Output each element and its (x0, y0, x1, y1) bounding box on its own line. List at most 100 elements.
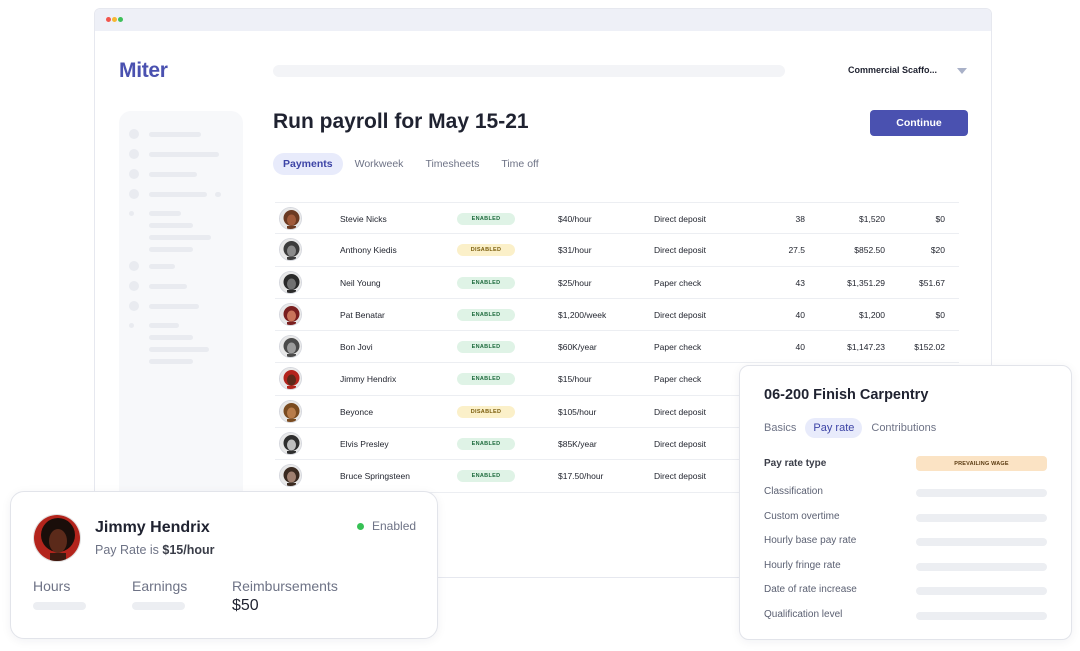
sidebar-item-icon[interactable] (129, 129, 139, 139)
job-field-value-placeholder[interactable] (916, 513, 1047, 522)
sidebar-subitem-skeleton[interactable] (149, 235, 211, 240)
hours-cell: 38 (795, 214, 805, 224)
continue-button[interactable]: Continue (870, 110, 968, 136)
tab-workweek[interactable]: Workweek (345, 153, 414, 175)
hours-label: Hours (33, 578, 71, 594)
sidebar-item-skeleton[interactable] (149, 152, 219, 157)
status-cell: ENABLED (457, 203, 515, 235)
status-badge: ENABLED (457, 213, 515, 225)
job-field-value-placeholder[interactable] (916, 538, 1047, 547)
avatar (279, 270, 302, 294)
hours-cell: 40 (795, 309, 805, 320)
tab-time-off[interactable]: Time off (491, 153, 548, 175)
job-field-label: Date of rate increase (764, 584, 857, 596)
payment-method-cell: Paper check (654, 342, 702, 353)
pay-rate-cell: $1,200/week (558, 309, 607, 320)
maximize-window-icon[interactable] (118, 17, 123, 22)
payment-method-cell: Paper check (654, 374, 702, 385)
sidebar-item-icon[interactable] (129, 301, 139, 311)
pay-rate-cell: $15/hour (558, 374, 592, 385)
chevron-icon[interactable] (215, 192, 221, 197)
job-field-value-placeholder[interactable] (916, 587, 1047, 596)
status-badge: ENABLED (457, 373, 515, 386)
payment-method-cell: Direct deposit (654, 439, 706, 450)
pay-rate-value: $15/hour (162, 543, 215, 557)
employee-name-cell: Elvis Presley (340, 439, 389, 450)
job-field-value-placeholder[interactable] (916, 562, 1047, 571)
table-row[interactable]: Neil Young ENABLED $25/hour Paper check 43 $1… (275, 267, 959, 299)
tab-pay-rate[interactable]: Pay rate (805, 418, 863, 438)
table-row[interactable]: Anthony Kiedis DISABLED $31/hour Direct dep… (275, 234, 959, 267)
sidebar-subitem-skeleton[interactable] (149, 335, 193, 340)
pay-rate-type-badge[interactable]: PREVAILING WAGE (916, 456, 1047, 471)
company-selector[interactable]: Commercial Scaffo... (848, 65, 937, 75)
status-cell: ENABLED (457, 299, 515, 331)
payment-method-cell: Direct deposit (654, 214, 706, 224)
minimize-window-icon[interactable] (112, 17, 117, 22)
close-window-icon[interactable] (106, 17, 111, 22)
sidebar-subitem-skeleton[interactable] (149, 247, 193, 252)
sidebar-item-skeleton[interactable] (149, 264, 175, 269)
sidebar-subitem-skeleton[interactable] (149, 347, 209, 352)
job-title: 06-200 Finish Carpentry (764, 387, 929, 403)
job-field-label: Hourly base pay rate (764, 535, 857, 547)
employee-name-cell: Beyonce (340, 406, 374, 417)
avatar (279, 464, 302, 488)
reimbursements-label: Reimbursements (232, 578, 338, 594)
payment-method-cell: Paper check (654, 277, 702, 288)
sidebar-item-skeleton[interactable] (149, 132, 201, 137)
earnings-cell: $1,147.23 (847, 342, 885, 353)
tab-timesheets[interactable]: Timesheets (415, 153, 489, 175)
sidebar-item-skeleton[interactable] (149, 192, 207, 197)
tab-contributions[interactable]: Contributions (863, 418, 944, 438)
table-row[interactable]: Stevie Nicks ENABLED $40/hour Direct deposi… (275, 202, 959, 235)
payment-method-cell: Direct deposit (654, 309, 706, 320)
pay-rate-cell: $60K/year (558, 342, 597, 353)
sidebar-subitem-skeleton[interactable] (149, 323, 179, 328)
employee-name-cell: Jimmy Hendrix (340, 374, 397, 385)
sidebar-item-icon[interactable] (129, 281, 139, 291)
employee-name-cell: Bon Jovi (340, 342, 373, 353)
sidebar-subitem-skeleton[interactable] (149, 211, 181, 216)
status-badge: ENABLED (457, 438, 515, 451)
sidebar-subitem-skeleton[interactable] (149, 223, 193, 228)
sidebar-item-icon[interactable] (129, 189, 139, 199)
payment-method-cell: Direct deposit (654, 471, 706, 482)
avatar (279, 335, 302, 359)
sidebar-subitem-skeleton[interactable] (149, 359, 193, 364)
status-badge: ENABLED (457, 276, 515, 289)
status-cell: ENABLED (457, 428, 515, 460)
job-tab-bar: Basics Pay rate Contributions (756, 418, 945, 438)
sidebar-item-icon[interactable] (129, 261, 139, 271)
sidebar-item-skeleton[interactable] (149, 304, 199, 309)
earnings-label: Earnings (132, 578, 188, 594)
tab-payments[interactable]: Payments (273, 153, 343, 175)
pay-rate-type-label: Pay rate type (764, 458, 827, 469)
avatar (279, 367, 302, 391)
search-bar-placeholder[interactable] (273, 65, 785, 77)
employee-name: Jimmy Hendrix (95, 519, 210, 536)
table-row[interactable]: Bon Jovi ENABLED $60K/year Paper check 40 $1,… (275, 331, 959, 364)
status-cell: ENABLED (457, 267, 515, 299)
employee-name-cell: Pat Benatar (340, 309, 385, 320)
reimbursements-cell: $20 (930, 245, 945, 256)
sidebar-item-icon[interactable] (129, 169, 139, 179)
status-badge: Enabled (357, 519, 416, 533)
sidebar-item-skeleton[interactable] (149, 284, 187, 289)
job-detail-card: 06-200 Finish Carpentry Basics Pay rate … (739, 365, 1072, 640)
status-cell: ENABLED (457, 331, 515, 363)
employee-name-cell: Stevie Nicks (340, 214, 387, 224)
tab-bar: Payments Workweek Timesheets Time off (273, 153, 551, 175)
status-badge: ENABLED (457, 470, 515, 483)
job-field-value-placeholder[interactable] (916, 612, 1047, 620)
job-field-value-placeholder[interactable] (916, 489, 1047, 497)
avatar (279, 302, 302, 326)
sidebar-item-skeleton[interactable] (149, 172, 197, 177)
status-cell: DISABLED (457, 396, 515, 428)
chevron-down-icon[interactable] (957, 68, 967, 74)
tab-basics[interactable]: Basics (756, 418, 804, 438)
employee-detail-card: Jimmy Hendrix Pay Rate is $15/hour Enabl… (10, 491, 438, 639)
sidebar-item-icon[interactable] (129, 149, 139, 159)
table-row[interactable]: Pat Benatar ENABLED $1,200/week Direct depo… (275, 299, 959, 332)
reimbursements-cell: $152.02 (914, 342, 945, 353)
